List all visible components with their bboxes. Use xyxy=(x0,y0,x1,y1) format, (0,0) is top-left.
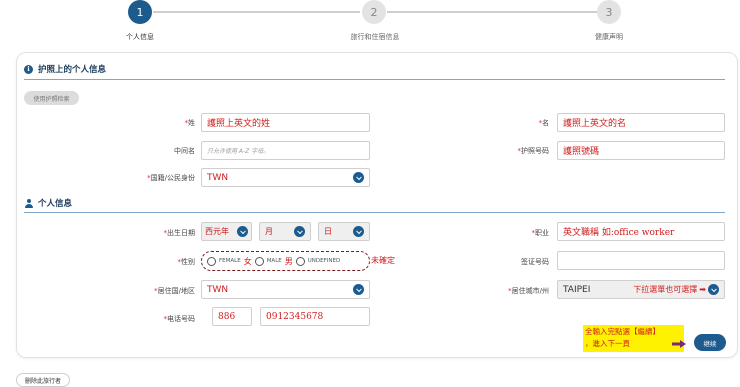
chevron-down-icon xyxy=(294,226,305,237)
phone-country-code-input[interactable]: 886 xyxy=(212,307,252,326)
instruction-line-1: 全輸入完點選【繼續】 xyxy=(585,327,660,336)
personal-section-title: 个人信息 xyxy=(38,199,73,209)
passport-scan-button[interactable]: 使用护照检索 xyxy=(24,91,79,105)
chevron-down-icon xyxy=(237,226,248,237)
passport-number-label: *护照号码 xyxy=(517,147,550,155)
step-2-label: 旅行和住宿信息 xyxy=(350,33,400,41)
residence-city-select[interactable]: TAIPEI 下拉選單也可選擇 ➡ xyxy=(557,280,725,299)
given-name-input[interactable]: 護照上英文的名 xyxy=(557,113,725,132)
person-icon xyxy=(24,198,33,208)
chevron-down-icon xyxy=(353,284,364,295)
nationality-label: *国籍/公民身份 xyxy=(147,174,195,182)
gender-female-radio[interactable] xyxy=(207,256,216,266)
section-divider xyxy=(24,79,725,80)
occupation-label: *职业 xyxy=(531,229,550,237)
gender-male-note: 男 xyxy=(284,256,293,266)
birth-day-select[interactable]: 日 xyxy=(318,222,370,241)
middle-name-input[interactable]: 只允许使用 A-Z 字母。 xyxy=(201,141,370,160)
step-1-indicator: 1 xyxy=(128,0,152,24)
occupation-input[interactable]: 英文職稱 如:office worker xyxy=(557,222,725,241)
traveler-form-card xyxy=(16,52,738,358)
step-1-label: 个人信息 xyxy=(126,33,154,41)
chevron-down-icon xyxy=(353,172,364,183)
residence-country-value: TWN xyxy=(207,284,229,295)
birth-date-label: *出生日期 xyxy=(163,229,196,237)
instruction-line-2: ，進入下一頁 xyxy=(585,339,630,348)
section-divider xyxy=(24,212,725,213)
continue-button[interactable]: 继续 xyxy=(694,334,726,351)
phone-label: *电话号码 xyxy=(163,315,196,323)
arrow-right-icon: ➡ xyxy=(699,285,706,294)
step-2-indicator: 2 xyxy=(362,0,386,24)
step-3-label: 健康声明 xyxy=(595,33,623,41)
gender-male-label: MALE xyxy=(266,258,282,264)
nationality-select[interactable]: TWN xyxy=(201,168,370,187)
instruction-note: 全輸入完點選【繼續】 ，進入下一頁 xyxy=(585,326,660,350)
gender-uncertain-note: 未確定 xyxy=(371,256,395,265)
step-3-indicator: 3 xyxy=(597,0,621,24)
chevron-down-icon xyxy=(708,284,719,295)
info-icon: i xyxy=(24,64,33,74)
passport-section-header: i 护照上的个人信息 xyxy=(24,63,106,75)
gender-male-radio[interactable] xyxy=(254,256,264,266)
personal-section-header: 个人信息 xyxy=(24,197,72,209)
gender-radio-group: FEMALE 女 MALE 男 UNDEFINED xyxy=(201,251,370,271)
step-connector xyxy=(387,11,597,13)
birth-day-value: 日 xyxy=(324,227,332,236)
birth-year-value: 西元年 xyxy=(205,227,229,236)
visa-number-input[interactable] xyxy=(557,251,725,270)
residence-city-note: 下拉選單也可選擇 xyxy=(633,285,698,294)
birth-month-value: 月 xyxy=(265,227,273,236)
nationality-value: TWN xyxy=(207,172,229,183)
arrow-right-icon xyxy=(672,340,686,348)
step-connector xyxy=(153,11,360,13)
gender-label: *性别 xyxy=(177,258,196,266)
residence-country-label: *居住国/地区 xyxy=(154,287,195,295)
residence-country-select[interactable]: TWN xyxy=(201,280,370,299)
passport-number-input[interactable]: 護照號碼 xyxy=(557,141,725,160)
phone-number-input[interactable]: 0912345678 xyxy=(260,307,370,326)
gender-female-note: 女 xyxy=(243,256,252,266)
remove-traveler-button[interactable]: 删除此旅行者 xyxy=(16,373,70,387)
gender-female-label: FEMALE xyxy=(219,258,241,264)
progress-stepper: 1 2 3 个人信息 旅行和住宿信息 健康声明 xyxy=(0,0,740,46)
gender-undefined-label: UNDEFINED xyxy=(307,258,341,264)
birth-month-select[interactable]: 月 xyxy=(259,222,311,241)
residence-city-label: *居住城市/州 xyxy=(508,287,549,295)
surname-label: *姓 xyxy=(184,119,196,127)
gender-undefined-radio[interactable] xyxy=(295,256,305,266)
middle-name-label: 中间名 xyxy=(174,147,195,155)
passport-section-title: 护照上的个人信息 xyxy=(38,65,107,75)
residence-city-value: TAIPEI xyxy=(563,284,591,295)
chevron-down-icon xyxy=(353,226,364,237)
birth-year-select[interactable]: 西元年 xyxy=(201,222,252,241)
surname-input[interactable]: 護照上英文的姓 xyxy=(201,113,370,132)
visa-number-label: 签证号码 xyxy=(521,258,549,266)
given-name-label: *名 xyxy=(538,119,550,127)
